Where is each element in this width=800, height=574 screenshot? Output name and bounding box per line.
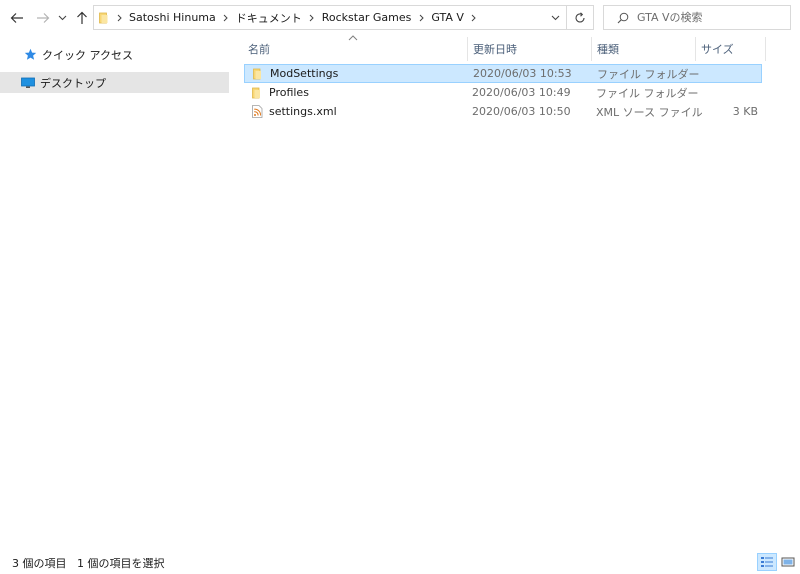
file-type: ファイル フォルダー <box>596 86 699 100</box>
file-row-modsettings[interactable]: ModSettings 2020/06/03 10:53 ファイル フォルダー <box>244 64 762 83</box>
search-input[interactable] <box>637 11 777 24</box>
breadcrumb-item[interactable]: Rockstar Games <box>320 11 414 24</box>
column-header-name[interactable]: 名前 <box>248 37 270 61</box>
chevron-right-icon[interactable] <box>466 14 482 22</box>
column-divider[interactable] <box>695 37 696 61</box>
refresh-button[interactable] <box>567 5 594 30</box>
arrow-right-icon <box>37 13 50 23</box>
folder-icon <box>99 12 111 24</box>
large-icons-view-button[interactable] <box>778 553 798 571</box>
up-button[interactable] <box>72 6 92 30</box>
arrow-up-icon <box>77 11 87 24</box>
search-box[interactable] <box>603 5 791 30</box>
chevron-right-icon[interactable] <box>218 14 234 22</box>
status-item-count: 3 個の項目 <box>12 557 67 570</box>
breadcrumb-item-current[interactable]: GTA V <box>429 11 466 24</box>
file-row-profiles[interactable]: Profiles 2020/06/03 10:49 ファイル フォルダー <box>244 83 762 102</box>
chevron-right-icon[interactable] <box>413 14 429 22</box>
column-header-type[interactable]: 種類 <box>597 37 619 61</box>
folder-icon <box>249 85 265 101</box>
file-size: 3 KB <box>732 105 758 118</box>
nav-item-desktop[interactable]: デスクトップ <box>0 72 229 93</box>
refresh-icon <box>575 11 585 23</box>
file-type: ファイル フォルダー <box>597 67 700 81</box>
recent-locations-button[interactable] <box>55 6 69 30</box>
nav-item-quick-access[interactable]: クイック アクセス <box>0 44 229 65</box>
file-name: ModSettings <box>270 67 339 80</box>
breadcrumb-item[interactable]: Satoshi Hinuma <box>127 11 218 24</box>
back-button[interactable] <box>7 6 27 30</box>
breadcrumb: Satoshi Hinuma ドキュメント Rockstar Games GTA… <box>111 6 482 29</box>
file-name: settings.xml <box>269 105 337 118</box>
column-header-date[interactable]: 更新日時 <box>473 37 517 61</box>
xml-file-icon <box>249 104 265 120</box>
arrow-left-icon <box>10 13 23 23</box>
navigation-pane: クイック アクセス デスクトップ <box>0 36 232 546</box>
file-row-settings-xml[interactable]: settings.xml 2020/06/03 10:50 XML ソース ファ… <box>244 102 762 121</box>
address-bar[interactable]: Satoshi Hinuma ドキュメント Rockstar Games GTA… <box>93 5 567 30</box>
chevron-down-icon <box>58 15 66 21</box>
column-header-size[interactable]: サイズ <box>701 37 734 61</box>
nav-item-label: デスクトップ <box>40 76 106 90</box>
file-date: 2020/06/03 10:50 <box>472 105 571 118</box>
details-view-button[interactable] <box>757 553 777 571</box>
chevron-right-icon[interactable] <box>304 14 320 22</box>
column-divider[interactable] <box>591 37 592 61</box>
address-history-dropdown[interactable] <box>544 6 566 29</box>
chevron-down-icon <box>551 15 559 20</box>
file-date: 2020/06/03 10:53 <box>473 67 572 80</box>
desktop-icon <box>20 75 36 91</box>
nav-item-label: クイック アクセス <box>42 48 133 62</box>
status-selected-count: 1 個の項目を選択 <box>77 557 165 570</box>
column-divider[interactable] <box>467 37 468 61</box>
search-icon <box>617 12 629 24</box>
details-view-icon <box>761 557 773 567</box>
file-date: 2020/06/03 10:49 <box>472 86 571 99</box>
breadcrumb-item[interactable]: ドキュメント <box>234 10 304 26</box>
sort-ascending-icon <box>348 35 358 41</box>
large-icons-view-icon <box>781 557 795 567</box>
column-divider[interactable] <box>765 37 766 61</box>
star-icon <box>22 47 38 63</box>
chevron-right-icon[interactable] <box>111 14 127 22</box>
file-explorer-window: Satoshi Hinuma ドキュメント Rockstar Games GTA… <box>0 0 800 574</box>
file-name: Profiles <box>269 86 309 99</box>
folder-icon <box>250 66 266 82</box>
file-type: XML ソース ファイル <box>596 105 703 119</box>
forward-button[interactable] <box>33 6 53 30</box>
